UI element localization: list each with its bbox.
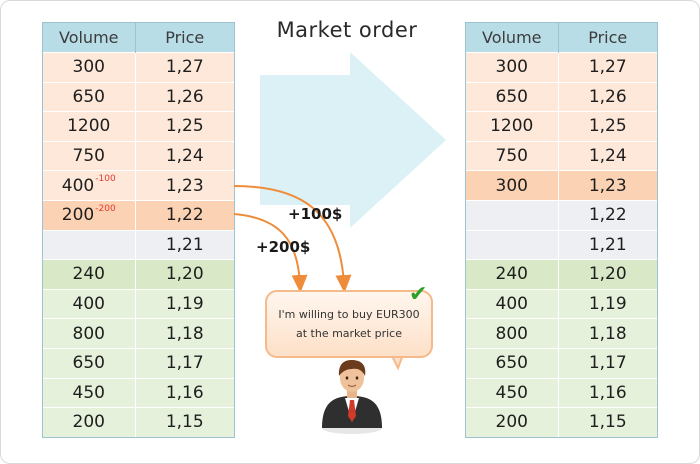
trader-avatar-icon [322,360,382,434]
